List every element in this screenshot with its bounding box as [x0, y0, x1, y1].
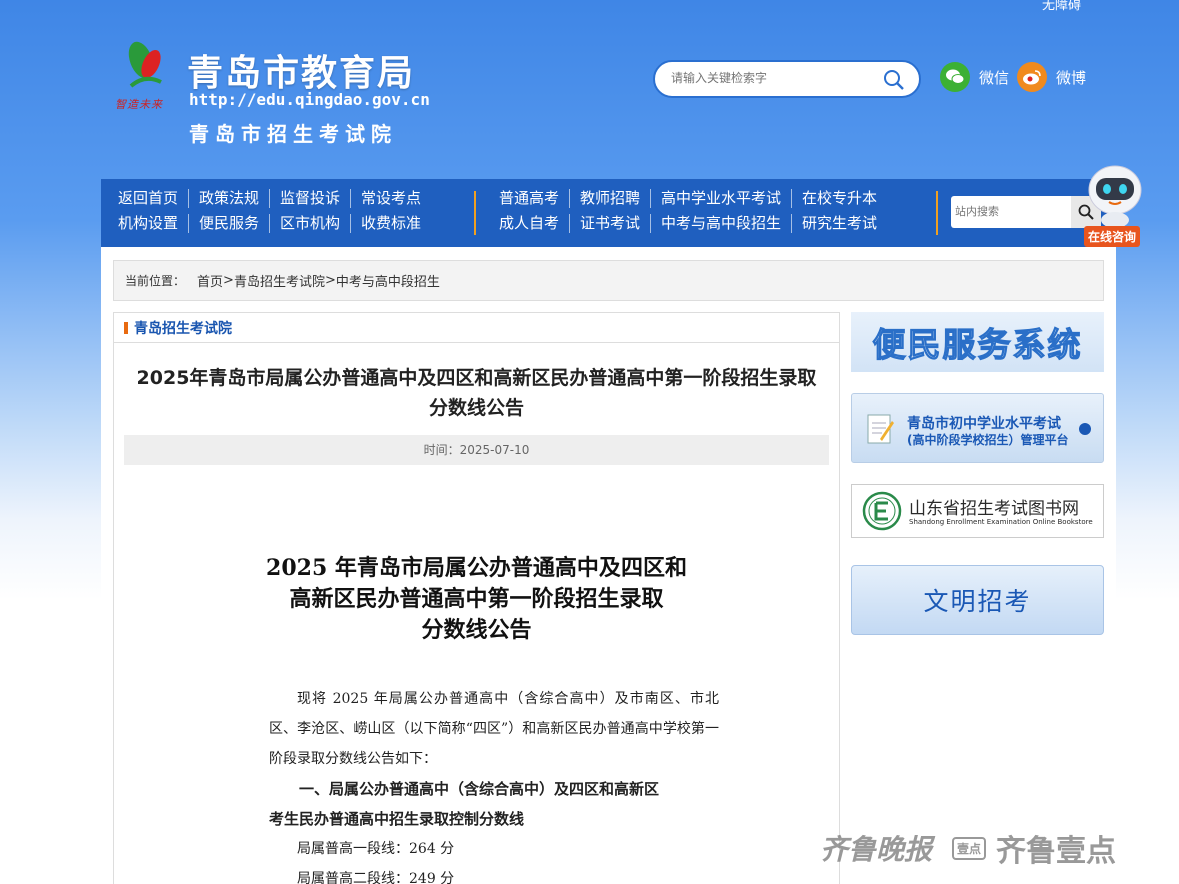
- weibo-label: 微博: [1056, 68, 1087, 87]
- nav-district[interactable]: 区市机构: [270, 214, 352, 233]
- arrow-right-icon: [1079, 423, 1091, 435]
- breadcrumb: 当前位置： 首页 > 青岛招生考试院 > 中考与高中段招生: [113, 260, 1104, 301]
- header-search-box: [653, 60, 921, 98]
- nav-group-exams: 普通高考 教师招聘 高中学业水平考试 在校专升本 成人自考 证书考试 中考与高中…: [489, 189, 887, 233]
- emblem-icon: [128, 41, 162, 88]
- watermark-brand: 齐鲁壹点: [996, 834, 1117, 869]
- breadcrumb-zhongkao[interactable]: 中考与高中段招生: [336, 271, 440, 290]
- academic-test-platform-banner[interactable]: 青岛市初中学业水平考试 (高中阶段学校招生）管理平台: [851, 393, 1104, 463]
- search-icon[interactable]: [883, 69, 905, 91]
- score-line: 局属普高二段线：249 分: [297, 871, 455, 884]
- score-line: 局属普高一段线：264 分: [297, 841, 455, 857]
- breadcrumb-label: 当前位置：: [125, 274, 186, 288]
- site-url: http://edu.qingdao.gov.cn: [189, 90, 430, 109]
- nav-zhongkao[interactable]: 中考与高中段招生: [651, 214, 793, 233]
- article-title-line: 分数线公告: [428, 397, 524, 419]
- nav-self-study[interactable]: 成人自考: [489, 214, 571, 233]
- article-title: 2025年青岛市局属公办普通高中及四区和高新区民办普通高中第一阶段招生录取 分数…: [124, 363, 829, 423]
- header-search-input[interactable]: [671, 71, 871, 85]
- nav-certificate[interactable]: 证书考试: [570, 214, 652, 233]
- nav-complaint[interactable]: 监督投诉: [270, 189, 352, 208]
- logo-motto: 智造未来: [115, 98, 163, 111]
- nav-divider: [474, 191, 476, 235]
- breadcrumb-home[interactable]: 首页: [197, 271, 223, 290]
- nav-fees[interactable]: 收费标准: [351, 214, 431, 233]
- nav-public-service[interactable]: 便民服务: [189, 214, 271, 233]
- breadcrumb-separator: >: [223, 273, 234, 288]
- document-heading: 一、局属公办普通高中（含综合高中）及四区和高新区: [299, 780, 660, 798]
- service-system-banner[interactable]: 便民服务系统: [851, 312, 1104, 372]
- accessibility-link[interactable]: 无障碍: [1042, 0, 1081, 13]
- civilized-exam-label: 文明招考: [923, 587, 1032, 616]
- site-subtitle: 青岛市招生考试院: [189, 122, 397, 146]
- article-title-line: 2025年青岛市局属公办普通高中及四区和高新区民办普通高中第一阶段招生录取: [136, 367, 817, 389]
- bookstore-subtitle: Shandong Enrollment Examination Online B…: [909, 518, 1093, 526]
- section-marker: [124, 321, 128, 334]
- service-system-label: 便民服务系统: [872, 324, 1083, 364]
- nav-divider: [936, 191, 938, 235]
- notepad-icon: [867, 414, 894, 444]
- bookstore-logo-icon: [862, 491, 902, 531]
- breadcrumb-separator: >: [324, 273, 336, 288]
- civilized-exam-banner[interactable]: 文明招考: [851, 565, 1104, 635]
- site-search-input[interactable]: [951, 196, 1071, 228]
- watermark-badge: 壹点: [952, 836, 987, 860]
- article-time: 时间：2025-07-10: [124, 435, 829, 465]
- wechat-link[interactable]: 微信: [940, 62, 1009, 92]
- document-title: 2025 年青岛市局属公办普通高中及四区和 高新区民办普通高中第一阶段招生录取 …: [114, 553, 839, 646]
- watermark-brand: 齐鲁晚报: [820, 833, 933, 866]
- online-consult-button[interactable]: 在线咨询: [1082, 162, 1148, 247]
- article-section-title: 青岛招生考试院: [134, 320, 232, 337]
- nav-academic-test[interactable]: 高中学业水平考试: [651, 189, 793, 208]
- platform-title: 青岛市初中学业水平考试: [907, 416, 1061, 432]
- weibo-link[interactable]: 微博: [1017, 62, 1086, 92]
- document-heading: 考生民办普通高中招生录取控制分数线: [269, 810, 525, 828]
- document-body: 现将 2025 年局属公办普通高中（含综合高中）及市南区、市北区、李沧区、崂山区…: [269, 684, 719, 884]
- nav-postgraduate[interactable]: 研究生考试: [792, 214, 887, 233]
- document-paragraph: 现将 2025 年局属公办普通高中（含综合高中）及市南区、市北区、李沧区、崂山区…: [269, 691, 719, 767]
- nav-upgrade[interactable]: 在校专升本: [792, 189, 887, 208]
- document-title-line: 2025 年青岛市局属公办普通高中及四区和: [266, 555, 687, 581]
- nav-group-general: 返回首页 政策法规 监督投诉 常设考点 机构设置 便民服务 区市机构 收费标准: [108, 189, 431, 233]
- wechat-icon: [940, 62, 970, 92]
- site-logo[interactable]: 智造未来 青岛市教育局 http://edu.qingdao.gov.cn 青岛…: [115, 32, 445, 147]
- nav-teacher-recruit[interactable]: 教师招聘: [570, 189, 652, 208]
- main-container: 当前位置： 首页 > 青岛招生考试院 > 中考与高中段招生 青岛招生考试院 20…: [101, 247, 1116, 884]
- nav-policy[interactable]: 政策法规: [189, 189, 271, 208]
- main-nav: 返回首页 政策法规 监督投诉 常设考点 机构设置 便民服务 区市机构 收费标准 …: [101, 179, 1116, 247]
- article-panel: 青岛招生考试院 2025年青岛市局属公办普通高中及四区和高新区民办普通高中第一阶…: [113, 312, 840, 884]
- breadcrumb-exam-institute[interactable]: 青岛招生考试院: [234, 271, 325, 290]
- weibo-icon: [1017, 62, 1047, 92]
- document-title-line: 高新区民办普通高中第一阶段招生录取: [289, 586, 664, 612]
- nav-exam-sites[interactable]: 常设考点: [351, 189, 431, 208]
- article-section-header: 青岛招生考试院: [114, 313, 839, 343]
- online-consult-label: 在线咨询: [1084, 226, 1141, 247]
- site-title: 青岛市教育局: [187, 53, 416, 94]
- robot-icon: [1088, 165, 1142, 228]
- platform-subtitle: (高中阶段学校招生）管理平台: [907, 433, 1069, 447]
- wechat-label: 微信: [979, 68, 1010, 87]
- bookstore-banner[interactable]: 山东省招生考试图书网 Shandong Enrollment Examinati…: [851, 484, 1104, 538]
- document-title-line: 分数线公告: [421, 617, 532, 643]
- watermark: 齐鲁晚报 壹点 齐鲁壹点: [820, 826, 1116, 870]
- nav-gaokao[interactable]: 普通高考: [489, 189, 571, 208]
- nav-organization[interactable]: 机构设置: [108, 214, 190, 233]
- nav-home[interactable]: 返回首页: [108, 189, 190, 208]
- bookstore-title: 山东省招生考试图书网: [909, 499, 1079, 519]
- site-search: [951, 196, 1101, 228]
